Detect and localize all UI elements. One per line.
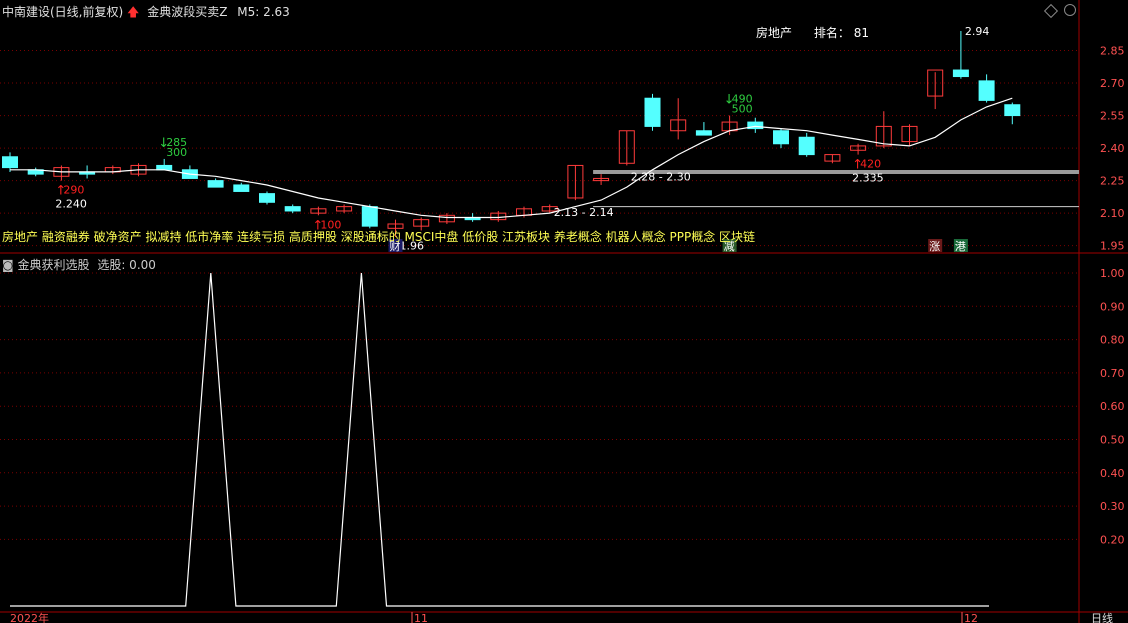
sub-y-tick: 0.30 <box>1100 500 1125 513</box>
chart-canvas[interactable]: 2.85 2.70 2.55 2.40 2.25 2.10 1.95 1.00 0.90 0.80… <box>0 0 1128 623</box>
price-text: 2.13 - 2.14 <box>554 206 614 219</box>
sub-chart-header: ◙ 金典获利选股 选股: 0.00 <box>2 256 156 273</box>
candle-body <box>284 206 301 212</box>
main-y-tick: 2.40 <box>1100 142 1125 155</box>
candle-body <box>695 130 712 136</box>
rank-label: 排名： <box>813 26 850 40</box>
buy-marker-label: 420 <box>860 158 881 171</box>
candle-body <box>773 130 789 145</box>
candle-body <box>978 80 995 101</box>
sub-y-tick: 0.50 <box>1100 434 1125 447</box>
sub-y-tick: 0.70 <box>1100 367 1125 380</box>
candle-body <box>207 180 224 188</box>
stock-title[interactable]: 中南建设(日线,前复权) <box>2 5 123 19</box>
sub-indicator-value: 选股: 0.00 <box>97 258 156 272</box>
main-y-tick: 2.25 <box>1100 175 1125 188</box>
sub-indicator-name[interactable]: 金典获利选股 <box>17 258 89 272</box>
buy-level-label: 2.240 <box>55 198 87 211</box>
candle-body <box>798 136 815 156</box>
rank-value: 81 <box>853 26 869 40</box>
main-y-tick: 1.95 <box>1100 240 1125 253</box>
candle-body <box>233 184 250 192</box>
sell-marker-sub: 300 <box>166 146 187 159</box>
settings-icon[interactable]: ◙ <box>2 258 14 272</box>
indicator-name[interactable]: 金典波段买卖Z <box>147 5 227 19</box>
period-label: 日线 <box>1091 611 1113 623</box>
circle-icon[interactable] <box>1064 4 1076 16</box>
sell-marker-sub: 500 <box>732 103 753 116</box>
arrow-up-icon: 🡅 <box>127 5 140 19</box>
sub-y-tick: 0.60 <box>1100 400 1125 413</box>
candle-body <box>156 164 173 171</box>
buy-marker-label: 290 <box>63 184 84 197</box>
x-axis-label: 11 <box>414 612 428 623</box>
sub-y-tick: 0.40 <box>1100 467 1125 480</box>
candle-body <box>644 97 661 127</box>
main-y-tick: 2.70 <box>1100 77 1125 90</box>
price-text: 2.94 <box>965 25 990 38</box>
sector-name: 房地产 <box>756 26 793 40</box>
sector-rank: 房地产 排名： 81 <box>756 24 869 41</box>
concept-tags[interactable]: 房地产 融资融券 破净资产 拟减持 低市净率 连续亏损 高质押股 深股通标的 M… <box>2 228 755 245</box>
sub-y-tick: 1.00 <box>1100 267 1125 280</box>
x-axis-label: 2022年 <box>10 611 49 623</box>
candle-body <box>259 193 275 203</box>
main-chart-header: 中南建设(日线,前复权) 🡅 金典波段买卖Z M5: 2.63 <box>2 3 290 24</box>
m5-value: M5: 2.63 <box>237 5 290 19</box>
event-tag: 港 <box>955 240 966 253</box>
candle-body <box>1004 104 1021 117</box>
main-y-tick: 2.85 <box>1100 45 1125 58</box>
price-text: 2.28 - 2.30 <box>631 170 691 183</box>
x-axis-label: 12 <box>964 612 978 623</box>
event-tag: 涨 <box>929 240 940 253</box>
main-y-tick: 2.10 <box>1100 207 1125 220</box>
sub-y-tick: 0.20 <box>1100 533 1125 546</box>
main-y-tick: 2.55 <box>1100 110 1125 123</box>
sub-y-tick: 0.90 <box>1100 300 1125 313</box>
candle-body <box>361 206 378 227</box>
sub-y-tick: 0.80 <box>1100 334 1125 347</box>
buy-level-label: 2.335 <box>852 172 884 185</box>
candle-body <box>952 69 969 78</box>
candle-body <box>2 156 18 169</box>
